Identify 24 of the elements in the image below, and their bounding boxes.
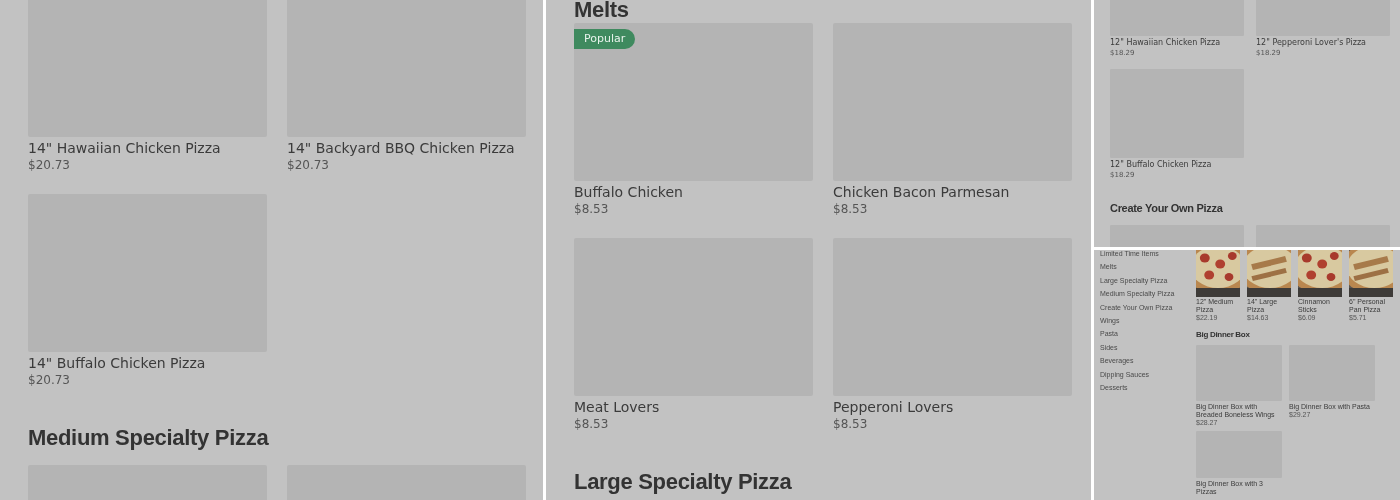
item-name: 12" Hawaiian Chicken Pizza (1110, 37, 1222, 48)
popular-badge: Popular (574, 29, 636, 49)
item-name: Buffalo Chicken (574, 183, 684, 201)
item-price: $20.73 (28, 157, 71, 173)
section-heading: Large Specialty Pizza (574, 470, 793, 494)
image-placeholder[interactable]: Popular (574, 23, 813, 181)
item-name: 12" Pepperoni Lover's Pizza (1256, 37, 1368, 48)
item-name: 14" Buffalo Chicken Pizza (28, 354, 207, 372)
item-name: 12" Buffalo Chicken Pizza (1110, 159, 1213, 170)
item-price: $8.53 (574, 416, 610, 432)
item-name: 14" Backyard BBQ Chicken Pizza (287, 139, 516, 157)
section-heading: Medium Specialty Pizza (28, 426, 270, 450)
item-price: $8.53 (833, 201, 869, 217)
item-price: $20.73 (28, 372, 71, 388)
item-name: Chicken Bacon Parmesan (833, 183, 1011, 201)
item-price: $8.53 (833, 416, 869, 432)
section-heading: Create Your Own Pizza (1110, 202, 1224, 215)
item-name: 14" Hawaiian Chicken Pizza (28, 139, 222, 157)
section-heading: Melts (574, 0, 630, 20)
item-name: Meat Lovers (574, 398, 661, 416)
section-heading: Big Dinner Box (1196, 330, 1251, 340)
item-name: Pepperoni Lovers (833, 398, 955, 416)
item-price: $8.53 (574, 201, 610, 217)
item-price: $20.73 (287, 157, 330, 173)
